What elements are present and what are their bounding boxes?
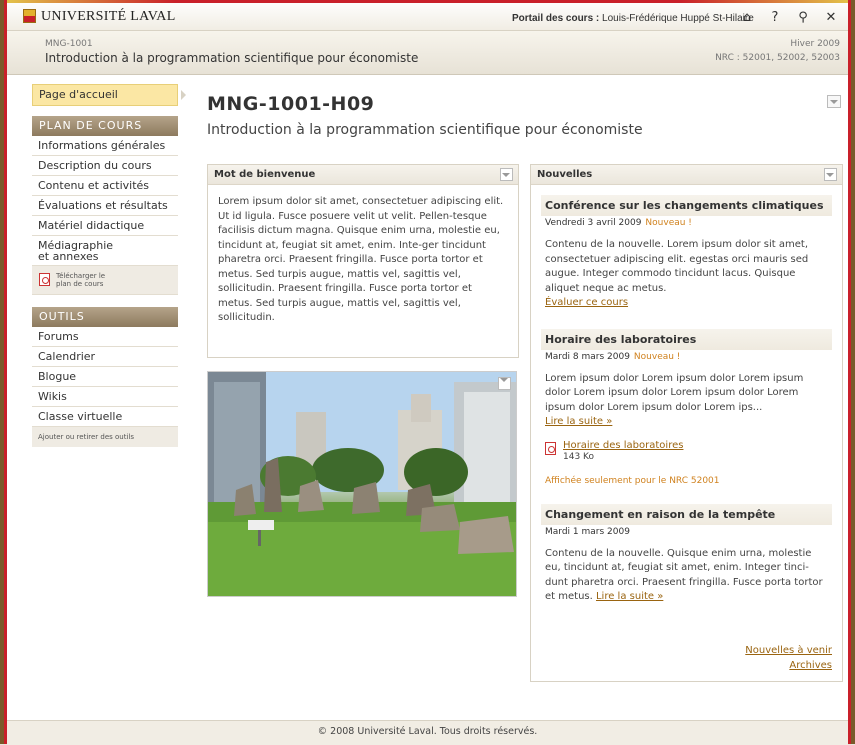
news-date: Vendredi 3 avril 2009 Nouveau ! xyxy=(541,216,832,228)
attachment-link[interactable]: Horaire des laboratoires xyxy=(563,440,683,451)
news-body-text: Lorem ipsum dolor Lorem ipsum dolor Lore… xyxy=(545,372,804,413)
chevron-down-icon xyxy=(830,100,838,104)
news-footer-links: Nouvelles à venir Archives xyxy=(745,643,832,673)
news-item: Changement en raison de la tempête Mardi… xyxy=(541,503,832,605)
news-heading: Changement en raison de la tempête xyxy=(541,503,832,525)
download-plan-l2: plan de cours xyxy=(56,280,104,288)
news-item: Conférence sur les changements climatiqu… xyxy=(541,195,832,311)
news-date-text: Mardi 1 mars 2009 xyxy=(545,526,630,537)
pdf-icon xyxy=(545,441,556,455)
upcoming-news-link[interactable]: Nouvelles à venir xyxy=(745,643,832,658)
portal-label: Portail des cours : xyxy=(512,13,600,24)
news-new-badge: Nouveau ! xyxy=(645,218,692,228)
chevron-down-icon xyxy=(502,173,510,177)
pdf-icon xyxy=(39,273,50,286)
footer: © 2008 Université Laval. Tous droits rés… xyxy=(7,720,848,745)
welcome-body: Lorem ipsum dolor sit amet, consectetuer… xyxy=(218,196,504,323)
archives-link[interactable]: Archives xyxy=(745,658,832,673)
attachment: Horaire des laboratoires 143 Ko xyxy=(541,440,832,466)
chevron-down-icon xyxy=(826,173,834,177)
course-header: MNG-1001 Introduction à la programmation… xyxy=(7,31,848,75)
page-subtitle: Introduction à la programmation scientif… xyxy=(207,122,643,138)
welcome-title: Mot de bienvenue xyxy=(214,169,316,180)
sidebar-item-contenu[interactable]: Contenu et activités xyxy=(32,176,178,196)
sidebar-item-wikis[interactable]: Wikis xyxy=(32,387,178,407)
top-icons: ⌂ ? ⚲ ✕ xyxy=(740,10,838,25)
sidebar-item-mediagraphie-l2: et annexes xyxy=(38,250,99,263)
news-panel-toggle[interactable] xyxy=(824,168,837,181)
news-panel: Nouvelles Conférence sur les changements… xyxy=(530,164,843,682)
help-icon[interactable]: ? xyxy=(768,10,782,25)
sidebar-item-calendrier[interactable]: Calendrier xyxy=(32,347,178,367)
welcome-panel-toggle[interactable] xyxy=(500,168,513,181)
university-logo-icon[interactable] xyxy=(23,9,36,23)
welcome-panel: Mot de bienvenue Lorem ipsum dolor sit a… xyxy=(207,164,519,358)
news-heading: Conférence sur les changements climatiqu… xyxy=(541,195,832,216)
sidebar-item-home[interactable]: Page d'accueil xyxy=(32,84,186,106)
portal-user: Portail des cours : Louis-Frédérique Hup… xyxy=(512,13,754,24)
download-plan-button[interactable]: Télécharger le plan de cours xyxy=(32,266,178,295)
top-bar: UNIVERSITÉ LAVAL Portail des cours : Lou… xyxy=(7,0,848,31)
sidebar-item-evaluations[interactable]: Évaluations et résultats xyxy=(32,196,178,216)
sidebar-item-materiel[interactable]: Matériel didactique xyxy=(32,216,178,236)
news-item: Horaire des laboratoires Mardi 8 mars 20… xyxy=(541,328,832,486)
section-plan-de-cours: PLAN DE COURS xyxy=(32,116,178,136)
news-date-text: Vendredi 3 avril 2009 xyxy=(545,218,642,228)
page-title: MNG-1001-H09 xyxy=(207,93,375,115)
sidebar-item-mediagraphie[interactable]: Médiagraphie et annexes xyxy=(32,236,178,266)
top-accent-rule xyxy=(7,0,848,3)
home-icon[interactable]: ⌂ xyxy=(740,10,754,25)
sidebar: Page d'accueil PLAN DE COURS Information… xyxy=(32,84,186,447)
window-edge-right xyxy=(851,0,855,744)
chevron-down-icon xyxy=(500,378,508,382)
close-icon[interactable]: ✕ xyxy=(824,10,838,25)
course-title: Introduction à la programmation scientif… xyxy=(45,51,419,65)
semester: Hiver 2009 xyxy=(790,39,840,49)
nrc-restriction-note: Affichée seulement pour le NRC 52001 xyxy=(545,475,720,486)
news-body: Lorem ipsum dolor Lorem ipsum dolor Lore… xyxy=(541,362,832,430)
photo-toggle[interactable] xyxy=(498,377,511,390)
download-plan-label: Télécharger le plan de cours xyxy=(56,272,105,288)
attachment-size: 143 Ko xyxy=(563,451,594,462)
edit-tools-link[interactable]: Ajouter ou retirer des outils xyxy=(32,427,178,447)
news-date: Mardi 1 mars 2009 xyxy=(541,525,832,537)
news-body: Contenu de la nouvelle. Lorem ipsum dolo… xyxy=(541,228,832,311)
page-frame: UNIVERSITÉ LAVAL Portail des cours : Lou… xyxy=(4,0,851,745)
news-body-text: Contenu de la nouvelle. Lorem ipsum dolo… xyxy=(545,239,809,294)
portal-user-name: Louis-Frédérique Huppé St-Hilaire xyxy=(602,13,754,24)
news-heading: Horaire des laboratoires xyxy=(541,328,832,350)
news-date: Mardi 8 mars 2009 Nouveau ! xyxy=(541,350,832,362)
campus-photo-image xyxy=(208,372,516,596)
campus-photo xyxy=(207,371,517,597)
news-date-text: Mardi 8 mars 2009 xyxy=(545,351,630,362)
university-logo-text[interactable]: UNIVERSITÉ LAVAL xyxy=(41,9,176,25)
news-body: Contenu de la nouvelle. Quisque enim urn… xyxy=(541,537,832,605)
news-new-badge: Nouveau ! xyxy=(633,351,681,362)
news-title: Nouvelles xyxy=(537,169,593,180)
news-list: Conférence sur les changements climatiqu… xyxy=(531,195,842,605)
download-plan-l1: Télécharger le xyxy=(56,272,106,280)
sidebar-item-classe-virtuelle[interactable]: Classe virtuelle xyxy=(32,407,178,427)
news-panel-header: Nouvelles xyxy=(531,165,842,185)
course-code: MNG-1001 xyxy=(45,39,93,49)
page-options-toggle[interactable] xyxy=(827,95,841,108)
evaluate-course-link[interactable]: Évaluer ce cours xyxy=(545,297,628,308)
read-more-link[interactable]: Lire la suite » xyxy=(596,591,663,602)
nrc-list: NRC : 52001, 52002, 52003 xyxy=(715,53,840,63)
welcome-panel-header: Mot de bienvenue xyxy=(208,165,518,185)
section-outils: OUTILS xyxy=(32,307,178,327)
search-icon[interactable]: ⚲ xyxy=(796,10,810,25)
sidebar-item-blogue[interactable]: Blogue xyxy=(32,367,178,387)
news-body-text: Contenu de la nouvelle. Quisque enim urn… xyxy=(545,547,823,603)
sidebar-item-forums[interactable]: Forums xyxy=(32,327,178,347)
read-more-link[interactable]: Lire la suite » xyxy=(545,416,612,427)
sidebar-item-description[interactable]: Description du cours xyxy=(32,156,178,176)
sidebar-item-informations[interactable]: Informations générales xyxy=(32,136,178,156)
